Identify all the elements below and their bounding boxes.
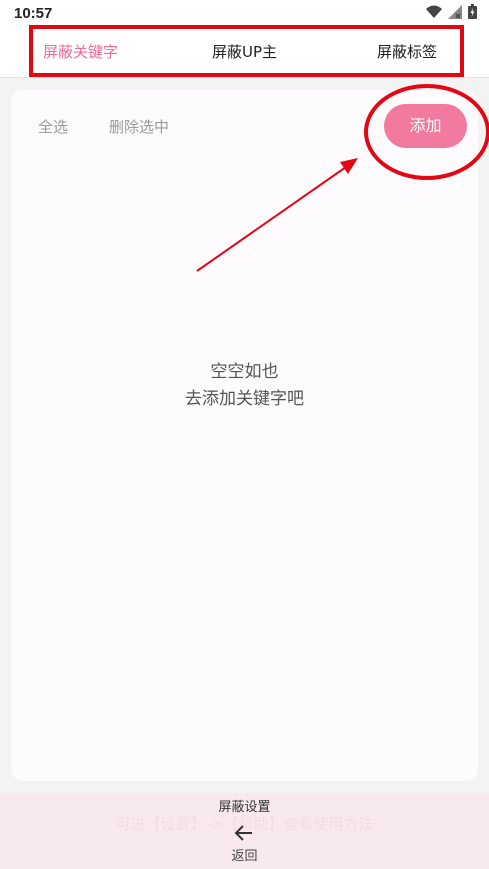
- battery-icon: [468, 4, 477, 19]
- tab-blocked-uploaders[interactable]: 屏蔽UP主: [212, 28, 277, 76]
- empty-state-subtitle: 去添加关键字吧: [185, 389, 304, 409]
- tab-blocked-tags[interactable]: 屏蔽标签: [377, 28, 437, 76]
- tab-blocked-keywords[interactable]: 屏蔽关键字: [43, 28, 118, 76]
- delete-selected-button[interactable]: 删除选中: [109, 116, 169, 137]
- select-all-button[interactable]: 全选: [38, 116, 68, 137]
- add-button[interactable]: 添加: [384, 104, 467, 148]
- signal-icon: [448, 4, 462, 19]
- back-arrow-icon[interactable]: [234, 824, 254, 842]
- tab-bar: 屏蔽关键字 屏蔽UP主 屏蔽标签: [0, 28, 489, 78]
- empty-state-title: 空空如也: [210, 362, 279, 382]
- status-time: 10:57: [14, 5, 53, 22]
- wifi-icon: [426, 5, 442, 18]
- status-icons: [426, 4, 477, 19]
- bottom-title: 屏蔽设置: [218, 800, 271, 815]
- keyword-list-card: [11, 90, 478, 781]
- back-button-label[interactable]: 返回: [0, 845, 489, 864]
- status-bar: 10:57: [0, 0, 489, 28]
